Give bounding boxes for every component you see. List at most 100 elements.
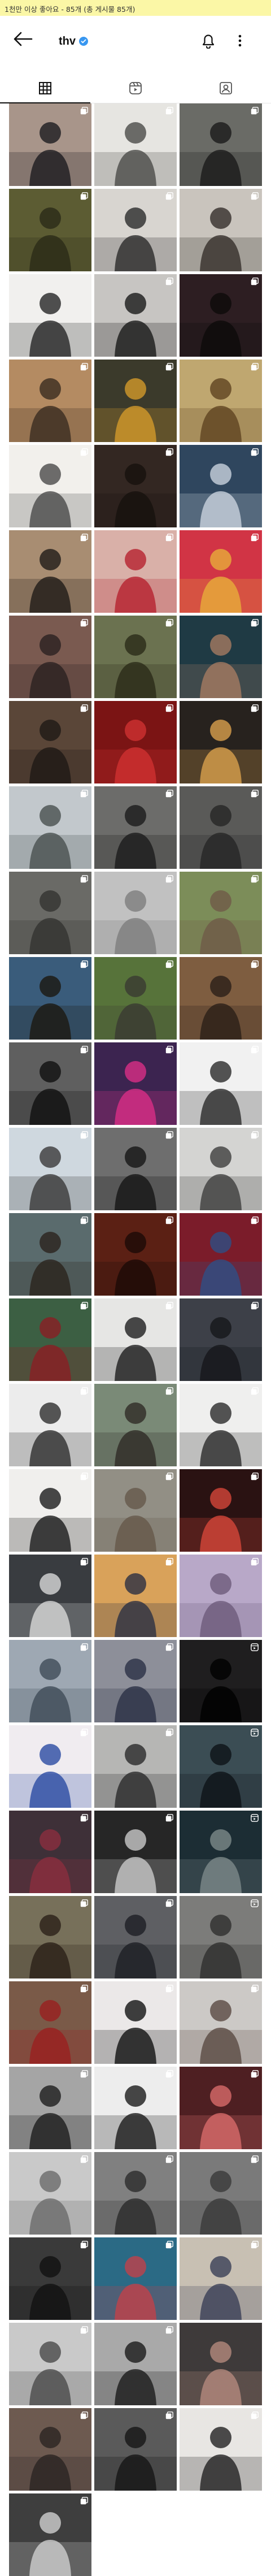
post-thumbnail[interactable] (9, 1128, 91, 1210)
post-thumbnail[interactable] (94, 1896, 177, 1978)
post-thumbnail[interactable] (180, 2067, 262, 2149)
post-image (180, 2085, 262, 2149)
post-thumbnail[interactable] (180, 274, 262, 357)
post-thumbnail[interactable] (180, 2237, 262, 2320)
post-thumbnail[interactable] (9, 1042, 91, 1125)
post-thumbnail[interactable] (94, 1384, 177, 1466)
post-thumbnail[interactable] (180, 1384, 262, 1466)
post-thumbnail[interactable] (94, 1640, 177, 1722)
post-thumbnail[interactable] (94, 2152, 177, 2235)
post-thumbnail[interactable] (9, 701, 91, 783)
post-thumbnail[interactable] (94, 1725, 177, 1808)
post-thumbnail[interactable] (94, 872, 177, 954)
post-thumbnail[interactable] (9, 2067, 91, 2149)
post-thumbnail[interactable] (180, 1725, 262, 1808)
post-thumbnail[interactable] (94, 445, 177, 527)
post-thumbnail[interactable] (180, 1469, 262, 1552)
tab-grid[interactable] (0, 73, 90, 103)
post-thumbnail[interactable] (180, 1811, 262, 1893)
post-thumbnail[interactable] (180, 1042, 262, 1125)
carousel-badge-icon (165, 534, 173, 542)
post-image (9, 1488, 91, 1552)
reel-badge-icon (251, 1643, 259, 1651)
post-thumbnail[interactable] (9, 1811, 91, 1893)
post-thumbnail[interactable] (180, 530, 262, 613)
post-thumbnail[interactable] (180, 445, 262, 527)
more-options-button[interactable] (236, 33, 244, 49)
post-thumbnail[interactable] (94, 701, 177, 783)
post-thumbnail[interactable] (9, 1896, 91, 1978)
post-thumbnail[interactable] (9, 445, 91, 527)
post-thumbnail[interactable] (9, 2408, 91, 2491)
post-thumbnail[interactable] (94, 2237, 177, 2320)
post-thumbnail[interactable] (94, 1042, 177, 1125)
tab-tagged[interactable] (181, 73, 271, 103)
carousel-badge-icon (80, 619, 88, 627)
post-thumbnail[interactable] (9, 1640, 91, 1722)
post-thumbnail[interactable] (9, 1725, 91, 1808)
post-thumbnail[interactable] (180, 1213, 262, 1296)
post-thumbnail[interactable] (94, 2323, 177, 2405)
tab-reels[interactable] (90, 73, 181, 103)
post-thumbnail[interactable] (9, 616, 91, 698)
post-thumbnail[interactable] (9, 1555, 91, 1637)
post-thumbnail[interactable] (94, 1213, 177, 1296)
post-thumbnail[interactable] (9, 2152, 91, 2235)
notifications-button[interactable] (201, 33, 216, 49)
post-thumbnail[interactable] (180, 957, 262, 1040)
post-thumbnail[interactable] (180, 872, 262, 954)
post-thumbnail[interactable] (180, 1128, 262, 1210)
post-thumbnail[interactable] (9, 2237, 91, 2320)
post-thumbnail[interactable] (9, 1469, 91, 1552)
post-thumbnail[interactable] (180, 1555, 262, 1637)
post-thumbnail[interactable] (9, 2323, 91, 2405)
post-thumbnail[interactable] (9, 1981, 91, 2064)
post-thumbnail[interactable] (9, 2493, 91, 2576)
post-thumbnail[interactable] (94, 1298, 177, 1381)
post-thumbnail[interactable] (180, 701, 262, 783)
post-thumbnail[interactable] (180, 1896, 262, 1978)
post-thumbnail[interactable] (9, 274, 91, 357)
post-thumbnail[interactable] (94, 1469, 177, 1552)
post-thumbnail[interactable] (180, 1298, 262, 1381)
post-thumbnail[interactable] (94, 530, 177, 613)
post-image (94, 1829, 177, 1893)
post-thumbnail[interactable] (9, 530, 91, 613)
post-thumbnail[interactable] (94, 360, 177, 442)
post-thumbnail[interactable] (9, 360, 91, 442)
back-button[interactable] (12, 31, 33, 47)
post-thumbnail[interactable] (180, 2323, 262, 2405)
post-thumbnail[interactable] (9, 872, 91, 954)
post-thumbnail[interactable] (9, 189, 91, 271)
post-thumbnail[interactable] (94, 1811, 177, 1893)
post-thumbnail[interactable] (94, 2408, 177, 2491)
post-thumbnail[interactable] (9, 1384, 91, 1466)
profile-username: thv (59, 35, 76, 47)
post-thumbnail[interactable] (94, 786, 177, 869)
post-thumbnail[interactable] (94, 274, 177, 357)
post-thumbnail[interactable] (180, 360, 262, 442)
post-thumbnail[interactable] (180, 1981, 262, 2064)
post-thumbnail[interactable] (180, 616, 262, 698)
post-thumbnail[interactable] (94, 1555, 177, 1637)
post-thumbnail[interactable] (9, 957, 91, 1040)
post-thumbnail[interactable] (9, 1298, 91, 1381)
post-thumbnail[interactable] (94, 957, 177, 1040)
post-thumbnail[interactable] (9, 103, 91, 186)
profile-header: thv (0, 16, 271, 62)
post-thumbnail[interactable] (180, 2408, 262, 2491)
post-thumbnail[interactable] (9, 1213, 91, 1296)
post-thumbnail[interactable] (94, 2067, 177, 2149)
post-thumbnail[interactable] (180, 1640, 262, 1722)
post-thumbnail[interactable] (180, 786, 262, 869)
post-thumbnail[interactable] (180, 2152, 262, 2235)
post-thumbnail[interactable] (9, 786, 91, 869)
post-image (180, 2341, 262, 2405)
post-thumbnail[interactable] (94, 1981, 177, 2064)
post-thumbnail[interactable] (180, 103, 262, 186)
post-thumbnail[interactable] (94, 189, 177, 271)
post-thumbnail[interactable] (180, 189, 262, 271)
post-thumbnail[interactable] (94, 1128, 177, 1210)
post-thumbnail[interactable] (94, 103, 177, 186)
post-thumbnail[interactable] (94, 616, 177, 698)
